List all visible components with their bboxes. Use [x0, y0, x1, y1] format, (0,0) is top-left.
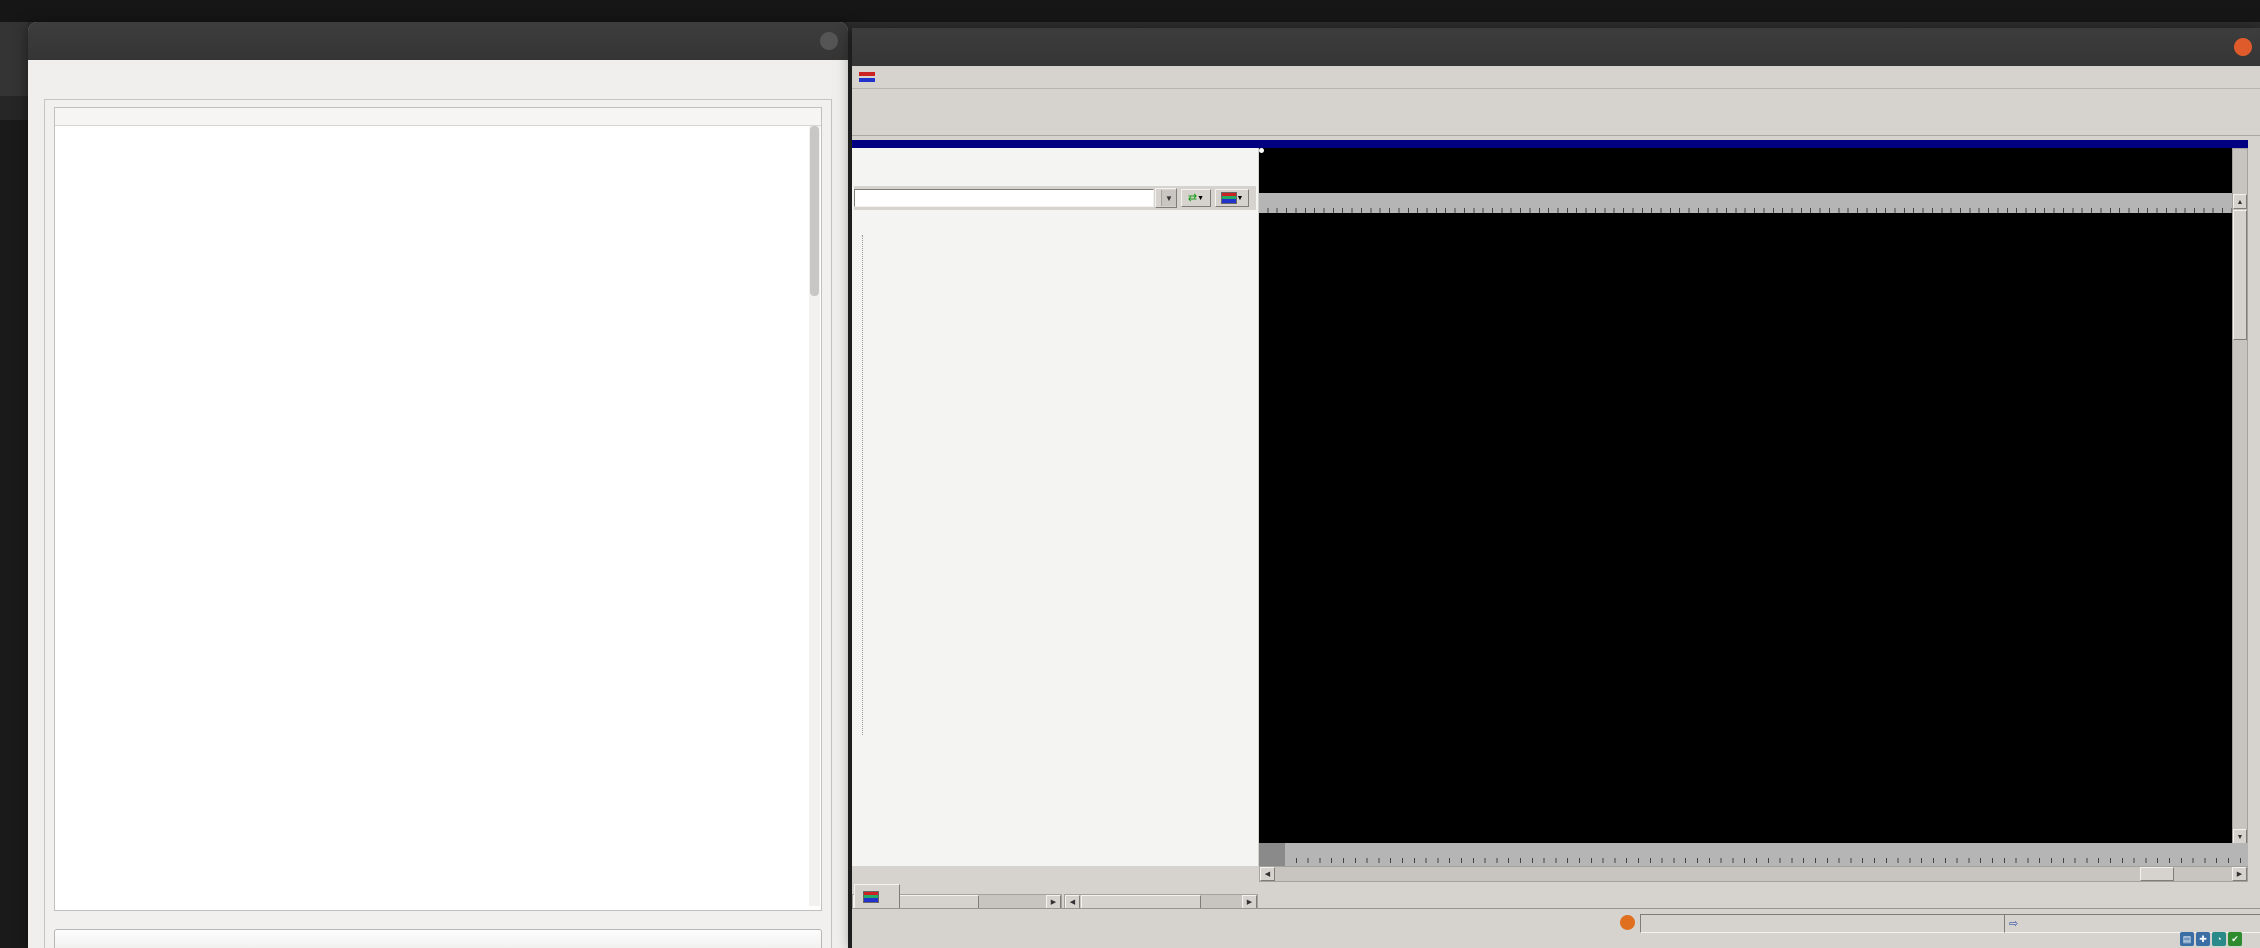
terminal-window-edge[interactable]	[0, 22, 28, 948]
read-all-button[interactable]	[54, 929, 822, 948]
pydm-titlebar[interactable]	[28, 22, 848, 60]
dve-statusbar: ⇨ ▤ ✚ ◔ ✔	[852, 909, 2260, 948]
minimize-button[interactable]	[772, 32, 790, 50]
wave-pane-top-strip	[852, 140, 2248, 148]
clock-icon[interactable]: ◔	[2212, 932, 2226, 946]
signal-filter-row: ▼ ⇄▼ ▼	[854, 186, 1256, 210]
cursor-c1-handle[interactable]	[1259, 148, 1264, 153]
tree-guide-line	[862, 235, 864, 735]
alert-icon[interactable]	[1620, 915, 1635, 930]
scope-path-box[interactable]	[1640, 914, 2008, 933]
close-button[interactable]	[820, 32, 838, 50]
ok-icon[interactable]: ✔	[2228, 932, 2242, 946]
waveform-canvas[interactable]	[1259, 148, 2232, 845]
arrow-right-icon: ⇨	[2009, 917, 2018, 930]
signal-tree-panel: ▼ ⇄▼ ▼ ◀ ▶ ◀ ▶	[852, 148, 1258, 866]
dve-toolbar-2	[852, 112, 2260, 136]
activities-button[interactable]	[0, 0, 28, 22]
minimize-button[interactable]	[2186, 38, 2204, 56]
pydm-variables-pane	[44, 99, 832, 948]
instance-path-box[interactable]: ⇨	[2004, 914, 2260, 933]
pydm-window	[28, 22, 848, 948]
signal-view-button[interactable]: ▼	[1215, 189, 1249, 207]
wave-vertical-scrollbar[interactable]: ▲ ▼	[2232, 148, 2248, 845]
terminal-titlebar	[0, 22, 28, 96]
console-icon[interactable]: ▤	[2180, 932, 2194, 946]
wave-horizontal-scrollbar[interactable]: ◀ ▶	[1259, 866, 2248, 882]
compare-signals-button[interactable]: ⇄▼	[1181, 189, 1211, 207]
waveform-traces	[1259, 148, 2232, 845]
system-top-bar	[0, 0, 2260, 22]
wave1-tab[interactable]	[854, 884, 900, 910]
terminal-title	[0, 96, 28, 120]
variable-table-header	[55, 108, 821, 126]
desktop: ▼ ⇄▼ ▼ ◀ ▶ ◀ ▶	[0, 0, 2260, 948]
dve-toolbar-1	[852, 89, 2260, 113]
app-menu-button[interactable]	[28, 0, 59, 22]
filter-dropdown[interactable]: ▼	[1155, 188, 1177, 208]
variable-table	[54, 107, 822, 911]
add-icon[interactable]: ✚	[2196, 932, 2210, 946]
dve-menubar	[852, 66, 2260, 89]
overview-ruler[interactable]	[1259, 843, 2248, 866]
dve-logo-icon	[858, 70, 876, 84]
dve-titlebar[interactable]	[852, 28, 2260, 66]
clock[interactable]	[1116, 0, 1144, 22]
status-icons: ▤ ✚ ◔ ✔	[2178, 932, 2242, 946]
close-button[interactable]	[2234, 38, 2252, 56]
maximize-button[interactable]	[2210, 38, 2228, 56]
table-scrollbar[interactable]	[809, 126, 820, 906]
wave-tab-icon	[863, 891, 879, 903]
signal-tree-header	[852, 212, 1258, 232]
dve-window: ▼ ⇄▼ ▼ ◀ ▶ ◀ ▶	[852, 28, 2260, 948]
maximize-button[interactable]	[796, 32, 814, 50]
signal-filter-input[interactable]	[854, 189, 1154, 207]
